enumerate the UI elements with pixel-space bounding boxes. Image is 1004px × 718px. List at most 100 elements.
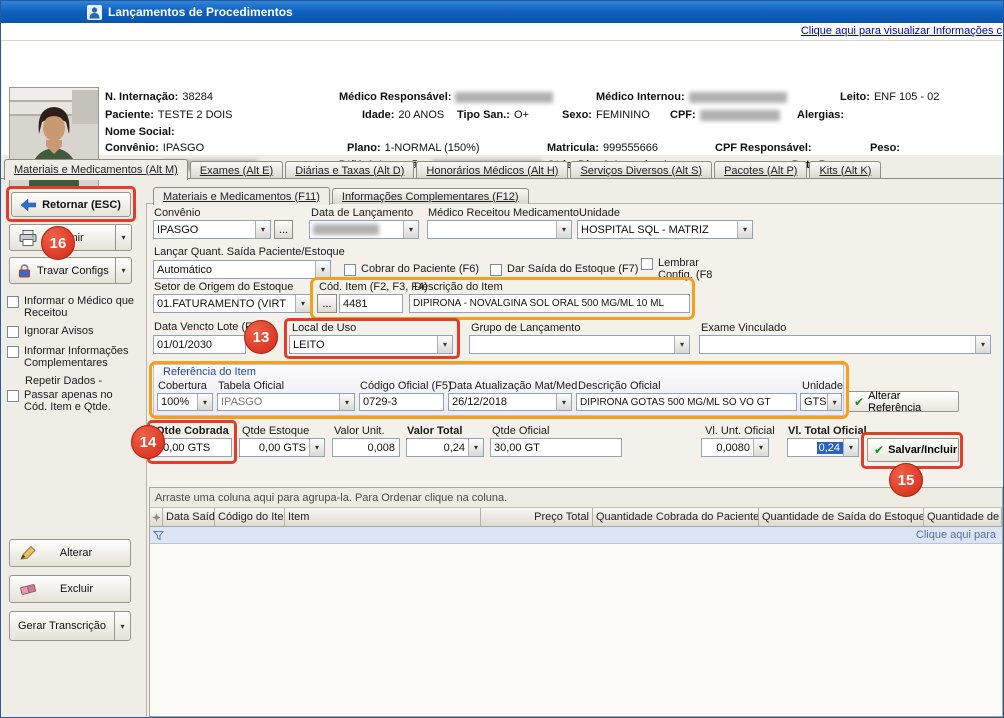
vl-total-oficial-combo[interactable]: 0,24 [787, 438, 859, 457]
col-data-saida[interactable]: Data Saída [163, 508, 215, 527]
tab-diarias-taxas[interactable]: Diárias e Taxas (Alt D) [285, 161, 414, 179]
valor-total-combo[interactable]: 0,24 [406, 438, 484, 457]
tab-exames[interactable]: Exames (Alt E) [190, 161, 283, 179]
form-local-uso-combo[interactable]: LEITO [289, 335, 453, 354]
dropdown-arrow-icon[interactable] [197, 394, 212, 410]
chk-cobrar-paciente-box[interactable] [344, 264, 356, 276]
form-convenio-combo[interactable]: IPASGO [153, 220, 271, 239]
ref-unidade-combo[interactable]: GTS [800, 393, 842, 411]
dropdown-arrow-icon[interactable] [309, 439, 324, 456]
grid-filter-row[interactable]: Clique aqui para [150, 527, 1002, 544]
dropdown-arrow-icon[interactable] [437, 336, 452, 353]
dropdown-arrow-icon[interactable] [339, 394, 354, 410]
dropdown-arrow-icon[interactable] [753, 439, 768, 456]
form-setor-combo[interactable]: 01.FATURAMENTO (VIRT [153, 294, 311, 313]
vl-unt-oficial-value: 0,0080 [716, 442, 753, 454]
dropdown-arrow-icon[interactable] [315, 261, 330, 278]
chk-cobrar-paciente-label: Cobrar do Paciente (F6) [361, 263, 479, 275]
valor-unit-input[interactable]: 0,008 [332, 438, 400, 457]
redacted-data-lancamento [313, 224, 379, 235]
col-qtde-sa-clipped[interactable]: Quantidade de Sa [924, 508, 1002, 527]
chk-passar-apenas[interactable]: Passar apenas no Cód. Item e Qtde. [7, 389, 137, 413]
tab-materiais-medicamentos[interactable]: Materiais e Medicamentos (Alt M) [4, 159, 188, 180]
tab-pacotes[interactable]: Pacotes (Alt P) [714, 161, 807, 179]
form-lancar-quant-combo[interactable]: Automático [153, 260, 331, 279]
alterar-referencia-button[interactable]: Alterar Referência [847, 391, 959, 412]
form-data-lancamento-combo[interactable] [309, 220, 419, 239]
chk-informar-info-box[interactable] [7, 346, 19, 358]
chk-passar-apenas-box[interactable] [7, 390, 19, 402]
chk-ignorar-avisos[interactable]: Ignorar Avisos [7, 325, 139, 338]
chk-lembrar-config-box[interactable] [641, 258, 653, 270]
form-convenio-browse-button[interactable]: ... [274, 220, 293, 239]
salvar-incluir-button[interactable]: Salvar/Incluir [867, 438, 959, 462]
filter-funnel-icon[interactable] [153, 530, 164, 541]
vl-unt-oficial-combo[interactable]: 0,0080 [701, 438, 769, 457]
col-qtde-cobrada-paciente[interactable]: Quantidade Cobrada do Paciente [593, 508, 759, 527]
dropdown-arrow-icon[interactable] [674, 336, 689, 353]
chk-dar-saida[interactable]: Dar Saída do Estoque (F7) [490, 263, 638, 276]
dropdown-arrow-icon[interactable] [556, 394, 571, 410]
dropdown-arrow-icon[interactable] [556, 221, 571, 238]
tab-informacoes-f12[interactable]: Informações Complementares (F12) [332, 188, 529, 204]
ref-cobertura-combo[interactable]: 100% [157, 393, 213, 411]
chk-informar-medico-label: Informar o Médico que Receitou [24, 295, 139, 319]
travar-configs-dropdown-arrow[interactable] [115, 258, 131, 283]
dropdown-arrow-icon[interactable] [975, 336, 990, 353]
visualizar-informacoes-link[interactable]: Clique aqui para visualizar Informações … [801, 25, 1002, 37]
col-item[interactable]: Item [285, 508, 481, 527]
gerar-transcricao-dropdown-arrow[interactable] [114, 612, 130, 640]
chk-informar-medico[interactable]: Informar o Médico que Receitou [7, 295, 139, 319]
tab-honorarios-medicos[interactable]: Honorários Médicos (Alt H) [416, 161, 568, 179]
form-descricao-item-input[interactable]: DIPIRONA - NOVALGINA SOL ORAL 500 MG/ML … [409, 294, 690, 313]
imprimir-dropdown-arrow[interactable] [115, 225, 131, 250]
window-title: Lançamentos de Procedimentos [108, 5, 293, 19]
plano-label: Plano: [347, 142, 381, 154]
form-unidade-combo[interactable]: HOSPITAL SQL - MATRIZ [577, 220, 753, 239]
chk-informar-medico-box[interactable] [7, 296, 19, 308]
chk-lembrar-config[interactable]: Lembrar Config. (F8 [641, 257, 727, 281]
peso-label: Peso: [870, 142, 900, 154]
grid-filter-hint[interactable]: Clique aqui para [916, 529, 996, 541]
qtde-oficial-input[interactable]: 30,00 GT [490, 438, 622, 457]
tipo-san-label: Tipo San.: [457, 109, 510, 121]
dropdown-arrow-icon[interactable] [827, 394, 842, 410]
form-lancar-quant-value: Automático [157, 264, 212, 276]
dropdown-arrow-icon[interactable] [843, 439, 858, 456]
chk-dar-saida-box[interactable] [490, 264, 502, 276]
chk-informar-info[interactable]: Informar Informações Complementares [7, 345, 139, 369]
chk-cobrar-paciente[interactable]: Cobrar do Paciente (F6) [344, 263, 479, 276]
field-tipo-san: Tipo San.: O+ [457, 109, 529, 121]
excluir-button[interactable]: Excluir [9, 575, 131, 603]
tab-servicos-diversos[interactable]: Serviços Diversos (Alt S) [570, 161, 712, 179]
col-codigo-item[interactable]: Código do Item [215, 508, 285, 527]
form-grupo-combo[interactable] [469, 335, 690, 354]
form-cod-item-input[interactable]: 4481 [339, 294, 403, 313]
dropdown-arrow-icon[interactable] [737, 221, 752, 238]
dropdown-arrow-icon[interactable] [468, 439, 483, 456]
dropdown-arrow-icon[interactable] [295, 295, 310, 312]
ref-codigo-input[interactable]: 0729-3 [359, 393, 444, 411]
travar-configs-button[interactable]: Travar Configs [9, 257, 132, 284]
tab-materiais-f11[interactable]: Materiais e Medicamentos (F11) [153, 187, 330, 205]
ref-tabela-combo[interactable]: IPASGO [217, 393, 355, 411]
dropdown-arrow-icon[interactable] [255, 221, 270, 238]
dropdown-arrow-icon[interactable] [403, 221, 418, 238]
valor-total-label: Valor Total [407, 425, 462, 437]
alterar-button[interactable]: Alterar [9, 539, 131, 567]
gerar-transcricao-button[interactable]: Gerar Transcrição [9, 611, 131, 641]
form-cod-item-browse-button[interactable]: ... [317, 294, 337, 313]
ref-data-combo[interactable]: 26/12/2018 [448, 393, 572, 411]
vl-total-oficial-value: 0,24 [817, 442, 843, 454]
form-data-vencto-input[interactable]: 01/01/2030 [153, 335, 246, 354]
retornar-button[interactable]: Retornar (ESC) [11, 192, 131, 217]
form-medico-receitou-combo[interactable] [427, 220, 572, 239]
col-qtde-saida-estoque[interactable]: Quantidade de Saída do Estoque [759, 508, 924, 527]
col-preco-total[interactable]: Preço Total [481, 508, 593, 527]
chk-ignorar-avisos-box[interactable] [7, 326, 19, 338]
qtde-estoque-combo[interactable]: 0,00 GTS [239, 438, 325, 457]
tab-kits[interactable]: Kits (Alt K) [809, 161, 881, 179]
form-exame-combo[interactable] [699, 335, 991, 354]
ref-descricao-input[interactable]: DIPIRONA GOTAS 500 MG/ML SO VO GT [576, 393, 797, 411]
valor-total-value: 0,24 [444, 442, 468, 454]
